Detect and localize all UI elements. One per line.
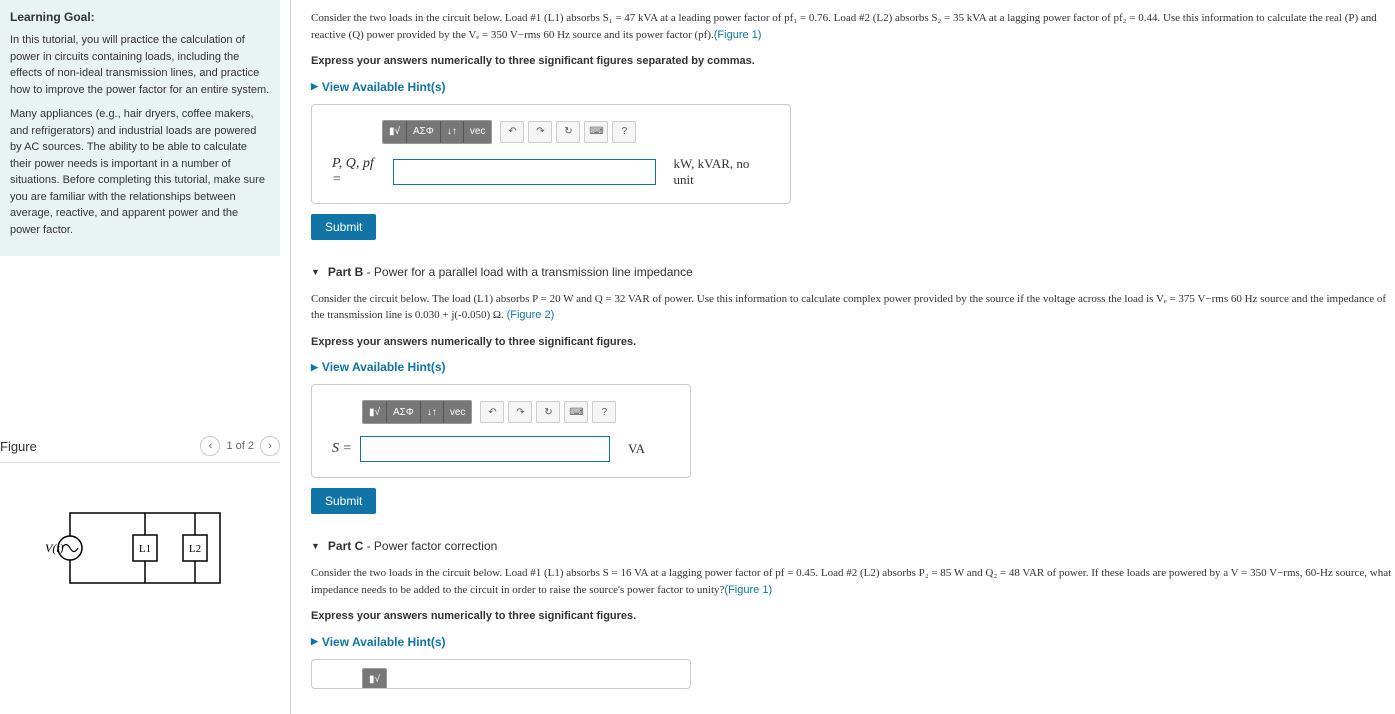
part-b-block: Part B - Power for a parallel load with … <box>311 265 1395 515</box>
part-a-answer-unit: kW, kVAR, no unit <box>674 156 770 188</box>
part-b-answer-unit: VA <box>628 441 645 457</box>
part-a-hints-toggle[interactable]: View Available Hint(s) <box>311 80 1395 94</box>
template-icon[interactable]: ▮√ <box>363 401 387 423</box>
part-a-text: Consider the two loads in the circuit be… <box>311 10 1395 43</box>
undo-icon[interactable]: ↶ <box>480 401 504 423</box>
figure-next-button[interactable]: › <box>260 436 280 456</box>
part-a-answer-label: P, Q, pf = <box>332 156 385 188</box>
help-icon[interactable]: ? <box>592 401 616 423</box>
part-c-header[interactable]: Part C - Power factor correction <box>311 539 1395 553</box>
part-b-hints-toggle[interactable]: View Available Hint(s) <box>311 360 1395 374</box>
figure-prev-button[interactable]: ‹ <box>200 436 220 456</box>
circuit-diagram: L1 L2 V(t) <box>40 493 240 616</box>
circuit-source-label: V(t) <box>45 541 64 555</box>
learning-goal-box: Learning Goal: In this tutorial, you wil… <box>0 0 280 256</box>
figure-1-link[interactable]: (Figure 1) <box>714 29 762 41</box>
part-c-answer-box: ▮√ <box>311 659 691 689</box>
undo-icon[interactable]: ↶ <box>500 121 524 143</box>
figure-title: Figure <box>0 439 37 454</box>
vector-icon[interactable]: vec <box>444 401 472 423</box>
part-c-block: Part C - Power factor correction Conside… <box>311 539 1395 689</box>
learning-goal-heading: Learning Goal: <box>10 10 270 24</box>
help-icon[interactable]: ? <box>612 121 636 143</box>
vector-icon[interactable]: vec <box>464 121 492 143</box>
part-a-block: Consider the two loads in the circuit be… <box>311 10 1395 240</box>
part-a-answer-box: ▮√ ΑΣΦ ↓↑ vec ↶ ↷ ↻ ⌨ ? P, Q, pf = kW, k… <box>311 104 791 204</box>
figure-2-link[interactable]: (Figure 2) <box>507 309 555 321</box>
template-icon[interactable]: ▮√ <box>363 669 386 689</box>
part-b-answer-input[interactable] <box>360 436 610 462</box>
figure-1-link-c[interactable]: (Figure 1) <box>724 584 772 596</box>
subscript-icon[interactable]: ↓↑ <box>421 401 444 423</box>
part-c-text: Consider the two loads in the circuit be… <box>311 565 1395 598</box>
learning-goal-p2: Many appliances (e.g., hair dryers, coff… <box>10 106 270 238</box>
redo-icon[interactable]: ↷ <box>528 121 552 143</box>
template-icon[interactable]: ▮√ <box>383 121 407 143</box>
part-b-toolbar: ▮√ ΑΣΦ ↓↑ vec ↶ ↷ ↻ ⌨ ? <box>362 400 616 424</box>
part-a-instruct: Express your answers numerically to thre… <box>311 53 1395 70</box>
part-c-hints-toggle[interactable]: View Available Hint(s) <box>311 635 1395 649</box>
part-b-instruct: Express your answers numerically to thre… <box>311 334 1395 351</box>
greek-icon[interactable]: ΑΣΦ <box>407 121 441 143</box>
part-c-instruct: Express your answers numerically to thre… <box>311 608 1395 625</box>
part-b-text: Consider the circuit below. The load (L1… <box>311 291 1395 324</box>
learning-goal-p1: In this tutorial, you will practice the … <box>10 32 270 98</box>
reset-icon[interactable]: ↻ <box>556 121 580 143</box>
part-b-answer-box: ▮√ ΑΣΦ ↓↑ vec ↶ ↷ ↻ ⌨ ? S = VA <box>311 384 691 478</box>
keyboard-icon[interactable]: ⌨ <box>584 121 608 143</box>
circuit-l1-label: L1 <box>139 543 151 555</box>
redo-icon[interactable]: ↷ <box>508 401 532 423</box>
part-b-header[interactable]: Part B - Power for a parallel load with … <box>311 265 1395 279</box>
circuit-l2-label: L2 <box>189 543 201 555</box>
subscript-icon[interactable]: ↓↑ <box>441 121 464 143</box>
part-a-answer-input[interactable] <box>393 159 655 185</box>
part-b-answer-label: S = <box>332 441 352 457</box>
part-b-submit-button[interactable]: Submit <box>311 488 376 514</box>
part-a-toolbar: ▮√ ΑΣΦ ↓↑ vec ↶ ↷ ↻ ⌨ ? <box>382 120 636 144</box>
greek-icon[interactable]: ΑΣΦ <box>387 401 421 423</box>
reset-icon[interactable]: ↻ <box>536 401 560 423</box>
figure-counter: 1 of 2 <box>226 440 254 452</box>
keyboard-icon[interactable]: ⌨ <box>564 401 588 423</box>
part-a-submit-button[interactable]: Submit <box>311 214 376 240</box>
